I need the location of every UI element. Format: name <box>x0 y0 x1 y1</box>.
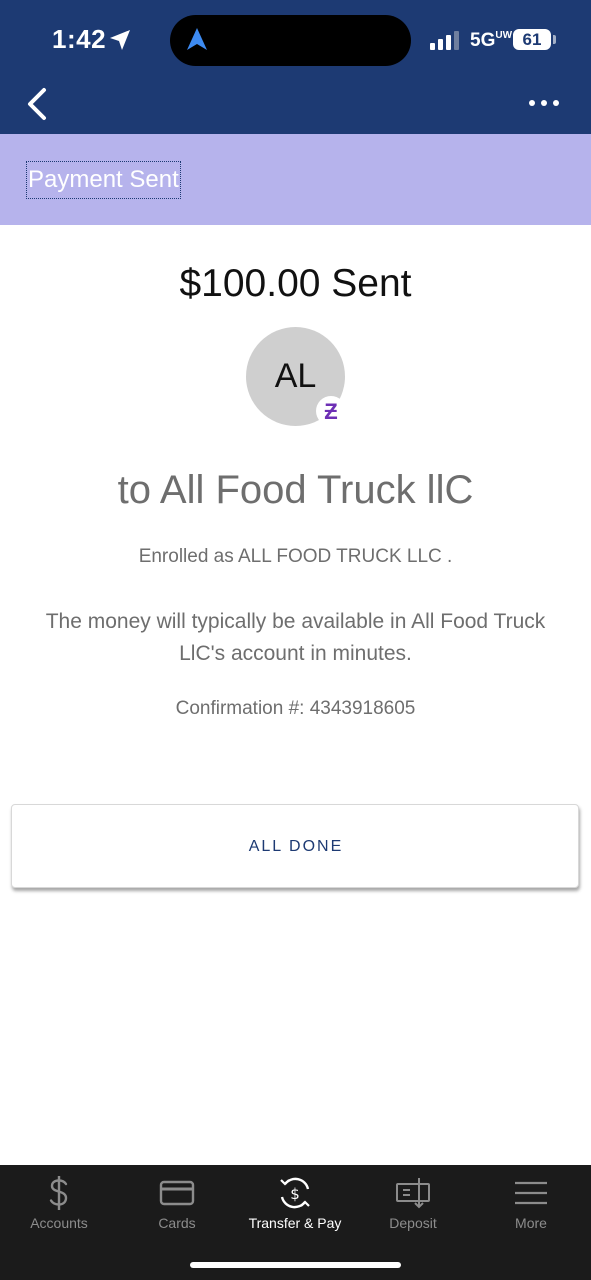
enrolled-as-text: Enrolled as ALL FOOD TRUCK LLC . <box>138 546 453 567</box>
card-icon <box>159 1180 195 1206</box>
avatar-initials: AL <box>274 357 317 395</box>
navigation-icon <box>187 28 207 50</box>
status-time: 1:42 <box>52 24 107 54</box>
svg-text:$: $ <box>290 1185 300 1203</box>
location-arrow-icon <box>110 30 130 50</box>
dollar-icon <box>49 1176 68 1210</box>
all-done-button[interactable]: ALL DONE <box>11 804 579 888</box>
tab-label-cards: Cards <box>158 1215 196 1231</box>
battery-tip <box>553 35 556 44</box>
tab-label-deposit: Deposit <box>389 1215 437 1231</box>
tab-cards[interactable]: Cards <box>118 1165 236 1245</box>
transfer-icon: $ <box>280 1177 310 1209</box>
tab-transfer-pay[interactable]: $ Transfer & Pay <box>236 1165 354 1245</box>
tab-more[interactable]: More <box>472 1165 590 1245</box>
menu-icon <box>515 1181 547 1205</box>
zelle-icon: Ƶ <box>316 396 346 426</box>
tab-label-transfer-pay: Transfer & Pay <box>248 1215 342 1231</box>
confirmation-number: Confirmation #: 4343918605 <box>175 698 416 719</box>
network-type: 5GUW <box>470 30 513 51</box>
tab-label-accounts: Accounts <box>30 1215 88 1231</box>
all-done-label: ALL DONE <box>248 838 344 855</box>
amount-sent: $100.00 Sent <box>179 262 412 305</box>
back-button[interactable] <box>22 84 54 124</box>
tab-accounts[interactable]: Accounts <box>0 1165 118 1245</box>
page-title: Payment Sent <box>26 161 181 199</box>
zelle-glyph: Ƶ <box>324 399 338 424</box>
more-options-button[interactable] <box>526 92 562 114</box>
recipient-name: to All Food Truck llC <box>117 468 474 512</box>
battery-icon: 61 <box>513 29 551 50</box>
signal-icon <box>430 31 459 50</box>
check-deposit-icon <box>396 1178 430 1209</box>
home-indicator <box>190 1262 401 1268</box>
tab-label-more: More <box>515 1215 547 1231</box>
tab-deposit[interactable]: Deposit <box>354 1165 472 1245</box>
availability-message: The money will typically be available in… <box>45 610 546 665</box>
